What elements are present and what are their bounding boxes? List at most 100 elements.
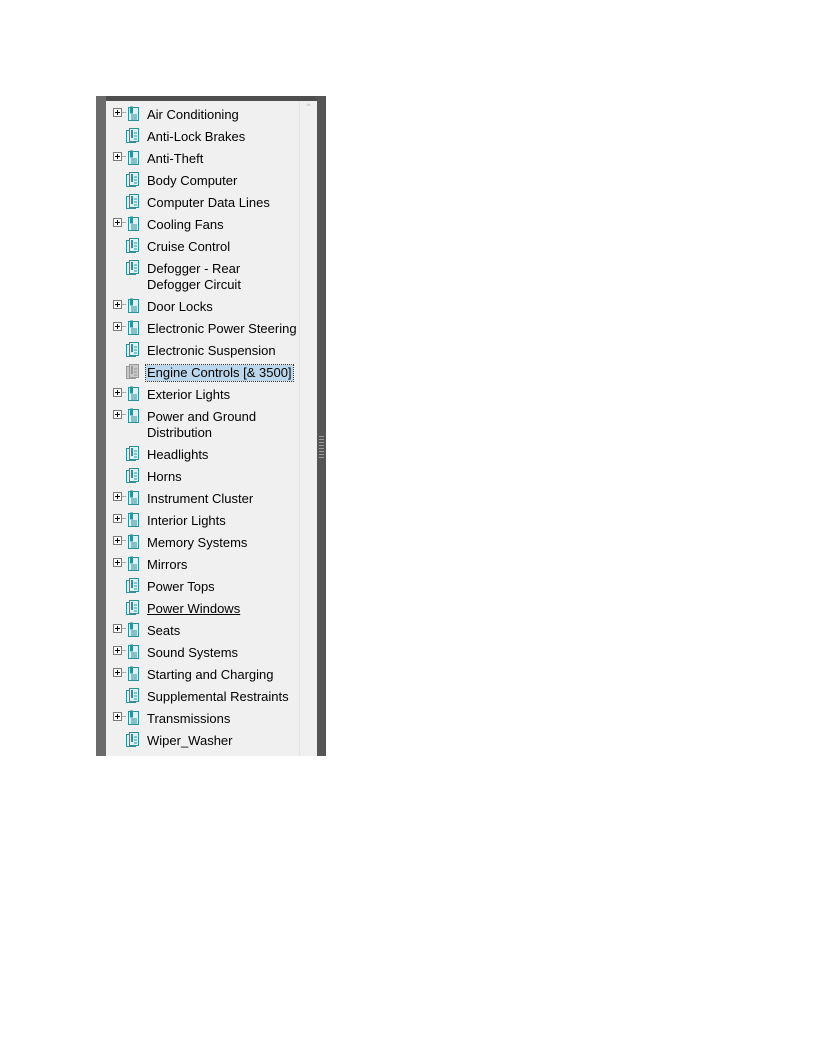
- tree-item[interactable]: Power Windows: [106, 598, 299, 620]
- book-stack-icon: [126, 644, 140, 660]
- expand-plus-icon[interactable]: [113, 410, 122, 419]
- book-stack-icon: [126, 710, 140, 726]
- tree-item-label[interactable]: Power Tops: [146, 579, 216, 595]
- document-pages-icon: [126, 578, 140, 594]
- tree-item[interactable]: Door Locks: [106, 296, 299, 318]
- expand-plus-icon[interactable]: [113, 492, 122, 501]
- document-pages-icon: [126, 194, 140, 210]
- tree-item-label[interactable]: Instrument Cluster: [146, 491, 254, 507]
- tree-item[interactable]: Seats: [106, 620, 299, 642]
- tree-item-label[interactable]: Body Computer: [146, 173, 238, 189]
- tree-item[interactable]: Computer Data Lines: [106, 192, 299, 214]
- tree-item-label[interactable]: Transmissions: [146, 711, 231, 727]
- book-stack-icon: [126, 666, 140, 682]
- tree-item[interactable]: Power and Ground Distribution: [106, 406, 299, 444]
- tree-view: Air Conditioning Anti-Lock Brakes Anti-The…: [106, 101, 299, 756]
- expand-plus-icon[interactable]: [113, 218, 122, 227]
- tree-item-label[interactable]: Door Locks: [146, 299, 214, 315]
- tree-item[interactable]: Cooling Fans: [106, 214, 299, 236]
- tree-item[interactable]: Horns: [106, 466, 299, 488]
- expand-plus-icon[interactable]: [113, 624, 122, 633]
- document-pages-icon: [126, 688, 140, 704]
- expand-plus-icon[interactable]: [113, 514, 122, 523]
- book-stack-icon: [126, 556, 140, 572]
- tree-item-label[interactable]: Starting and Charging: [146, 667, 274, 683]
- tree-item[interactable]: Mirrors: [106, 554, 299, 576]
- book-stack-icon: [126, 386, 140, 402]
- document-pages-icon: [126, 468, 140, 484]
- tree-item[interactable]: Anti-Theft: [106, 148, 299, 170]
- tree-item-label[interactable]: Power Windows: [146, 601, 241, 617]
- tree-item-label[interactable]: Sound Systems: [146, 645, 239, 661]
- tree-item-label[interactable]: Exterior Lights: [146, 387, 231, 403]
- document-pages-icon: [126, 238, 140, 254]
- tree-item-label[interactable]: Power and Ground Distribution: [146, 409, 298, 441]
- expand-plus-icon[interactable]: [113, 388, 122, 397]
- document-pages-icon: [126, 128, 140, 144]
- expand-plus-icon[interactable]: [113, 712, 122, 721]
- tree-item-label[interactable]: Electronic Suspension: [146, 343, 277, 359]
- tree-item[interactable]: Supplemental Restraints: [106, 686, 299, 708]
- document-pages-icon: [126, 260, 140, 276]
- tree-item[interactable]: Memory Systems: [106, 532, 299, 554]
- tree-item[interactable]: Power Tops: [106, 576, 299, 598]
- book-stack-icon: [126, 534, 140, 550]
- document-pages-gray-icon: [126, 364, 140, 380]
- tree-item-label[interactable]: Electronic Power Steering: [146, 321, 298, 337]
- tree-item[interactable]: Instrument Cluster: [106, 488, 299, 510]
- tree-item-label[interactable]: Mirrors: [146, 557, 188, 573]
- tree-item-label[interactable]: Seats: [146, 623, 181, 639]
- tree-item-label[interactable]: Cooling Fans: [146, 217, 225, 233]
- document-pages-icon: [126, 446, 140, 462]
- vertical-scrollbar[interactable]: ⌃: [299, 101, 317, 756]
- tree-item-label[interactable]: Wiper_Washer: [146, 733, 233, 749]
- tree-item-label[interactable]: Anti-Lock Brakes: [146, 129, 246, 145]
- tree-item[interactable]: Interior Lights: [106, 510, 299, 532]
- tree-item[interactable]: Cruise Control: [106, 236, 299, 258]
- tree-item[interactable]: Defogger - Rear Defogger Circuit: [106, 258, 299, 296]
- tree-item[interactable]: Body Computer: [106, 170, 299, 192]
- document-pages-icon: [126, 600, 140, 616]
- tree-item[interactable]: Headlights: [106, 444, 299, 466]
- tree-item-label[interactable]: Supplemental Restraints: [146, 689, 290, 705]
- expand-plus-icon[interactable]: [113, 558, 122, 567]
- tree-item-label[interactable]: Air Conditioning: [146, 107, 240, 123]
- tree-item[interactable]: Starting and Charging: [106, 664, 299, 686]
- tree-item[interactable]: Electronic Suspension: [106, 340, 299, 362]
- expand-plus-icon[interactable]: [113, 668, 122, 677]
- scroll-up-arrow-icon[interactable]: ⌃: [303, 104, 314, 114]
- tree-item-label[interactable]: Defogger - Rear Defogger Circuit: [146, 261, 298, 293]
- tree-item-label[interactable]: Headlights: [146, 447, 209, 463]
- tree-item[interactable]: Sound Systems: [106, 642, 299, 664]
- panel-resize-handle[interactable]: [316, 96, 326, 756]
- expand-plus-icon[interactable]: [113, 300, 122, 309]
- book-stack-icon: [126, 622, 140, 638]
- tree-list: Air Conditioning Anti-Lock Brakes Anti-The…: [106, 104, 299, 752]
- tree-item[interactable]: Engine Controls [& 3500]: [106, 362, 299, 384]
- tree-item-label[interactable]: Memory Systems: [146, 535, 248, 551]
- tree-item-label[interactable]: Engine Controls [& 3500]: [145, 364, 294, 382]
- expand-plus-icon[interactable]: [113, 152, 122, 161]
- expand-plus-icon[interactable]: [113, 108, 122, 117]
- tree-item[interactable]: Electronic Power Steering: [106, 318, 299, 340]
- book-stack-icon: [126, 512, 140, 528]
- expand-plus-icon[interactable]: [113, 646, 122, 655]
- document-pages-icon: [126, 732, 140, 748]
- tree-item-label[interactable]: Cruise Control: [146, 239, 231, 255]
- tree-item-label[interactable]: Interior Lights: [146, 513, 227, 529]
- grip-icon: [319, 436, 324, 460]
- expand-plus-icon[interactable]: [113, 322, 122, 331]
- book-stack-icon: [126, 408, 140, 424]
- book-stack-icon: [126, 320, 140, 336]
- tree-item[interactable]: Anti-Lock Brakes: [106, 126, 299, 148]
- tree-item[interactable]: Air Conditioning: [106, 104, 299, 126]
- expand-plus-icon[interactable]: [113, 536, 122, 545]
- tree-item-label[interactable]: Anti-Theft: [146, 151, 204, 167]
- tree-item[interactable]: Exterior Lights: [106, 384, 299, 406]
- tree-item[interactable]: Wiper_Washer: [106, 730, 299, 752]
- book-stack-icon: [126, 150, 140, 166]
- document-pages-icon: [126, 342, 140, 358]
- tree-item-label[interactable]: Computer Data Lines: [146, 195, 271, 211]
- tree-item-label[interactable]: Horns: [146, 469, 183, 485]
- tree-item[interactable]: Transmissions: [106, 708, 299, 730]
